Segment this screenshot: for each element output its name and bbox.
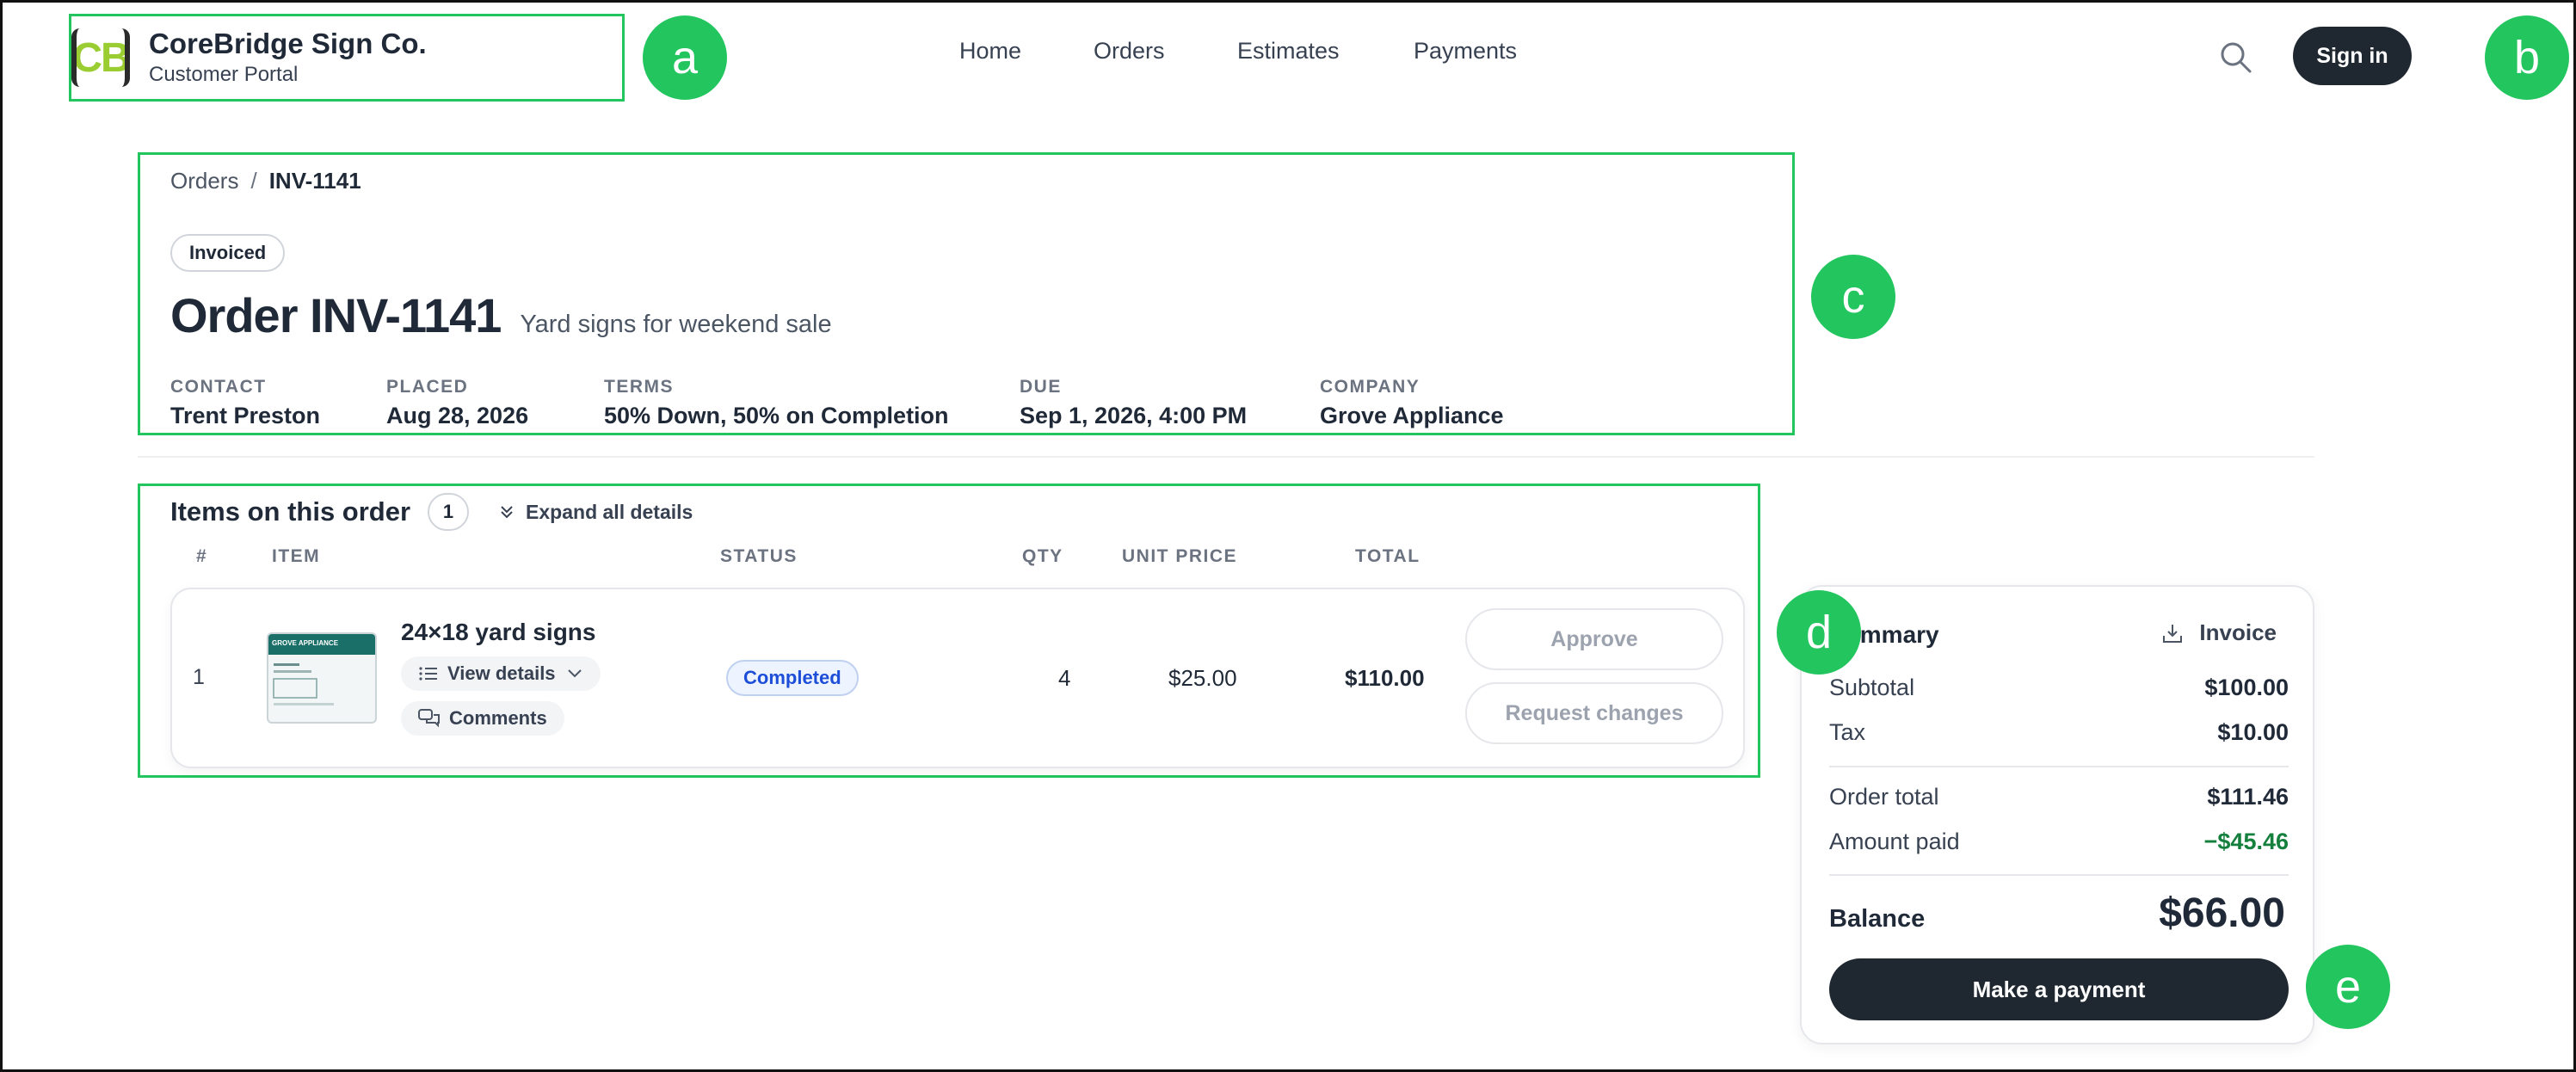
summary-label: Tax [1829,719,1866,745]
summary-row-order-total: Order total $111.46 [1829,784,2289,810]
annotation-badge-a: a [643,15,727,100]
order-items: Items on this order 1 Expand all details… [138,484,1760,778]
brand-block[interactable]: CB CoreBridge Sign Co. Customer Portal [69,14,625,102]
col-header-item: ITEM [272,546,321,566]
comments-button[interactable]: Comments [401,701,564,736]
meta-label: DUE [1020,377,1062,397]
balance-label: Balance [1829,905,1926,933]
summary-value: $10.00 [2217,719,2289,745]
item-unit-price: $25.00 [1168,665,1237,691]
summary-label: Order total [1829,784,1939,810]
order-header: Orders / INV-1141 Invoiced Order INV-1141 … [138,152,1795,435]
nav-payments[interactable]: Payments [1414,38,1517,65]
section-divider [138,456,2314,458]
summary-divider [1829,874,2289,876]
items-count-badge: 1 [428,493,470,531]
summary-divider [1829,766,2289,767]
meta-value: Grove Appliance [1320,403,1504,428]
make-payment-button[interactable]: Make a payment [1829,958,2289,1020]
nav-estimates[interactable]: Estimates [1237,38,1340,65]
invoice-label: Invoice [2199,619,2277,645]
summary-row-subtotal: Subtotal $100.00 [1829,675,2289,701]
order-description: Yard signs for weekend sale [520,311,832,338]
approve-button[interactable]: Approve [1465,608,1723,670]
col-header-total: TOTAL [1355,546,1420,566]
summary-row-tax: Tax $10.00 [1829,719,2289,746]
download-icon [2163,624,2183,643]
meta-label: PLACED [386,377,469,397]
col-header-num: # [196,546,208,566]
summary-value: $111.46 [2207,784,2289,810]
search-icon[interactable] [2218,40,2252,74]
col-header-status: STATUS [720,546,798,566]
summary-label: Subtotal [1829,675,1915,700]
annotation-badge-d: d [1777,590,1861,675]
summary-card: Summary Invoice Subtotal $100.00 Tax $10… [1800,585,2314,1044]
summary-value: $100.00 [2204,675,2289,700]
brand-logo: CB [71,28,130,87]
annotation-badge-c: c [1811,255,1895,339]
meta-label: COMPANY [1320,377,1420,397]
items-heading: Items on this order [170,496,411,527]
brand-subtitle: Customer Portal [149,63,299,86]
col-header-unit-price: UNIT PRICE [1122,546,1238,566]
double-chevron-down-icon [501,506,513,519]
brand-name: CoreBridge Sign Co. [149,28,427,59]
nav-home[interactable]: Home [959,38,1021,65]
comments-icon [418,709,440,728]
meta-value: Aug 28, 2026 [386,403,529,428]
invoice-download-button[interactable]: Invoice [2161,619,2277,646]
view-details-button[interactable]: View details [401,656,601,691]
item-thumbnail[interactable]: GROVE APPLIANCE [267,632,377,724]
page-title: Order INV-1141 [170,288,502,342]
thumbnail-art [273,663,334,705]
comments-label: Comments [449,707,547,729]
logo-text: CB [72,34,129,81]
view-details-label: View details [447,662,556,684]
nav-orders[interactable]: Orders [1094,38,1165,65]
meta-placed: PLACED Aug 28, 2026 [386,377,528,429]
item-qty: 4 [1058,665,1071,691]
row-number: 1 [193,665,205,689]
list-icon [419,667,437,681]
breadcrumb-orders[interactable]: Orders [170,168,238,194]
chevron-down-icon [567,669,582,678]
meta-contact: CONTACT Trent Preston [170,377,320,429]
summary-row-amount-paid: Amount paid −$45.46 [1829,829,2289,855]
summary-label: Amount paid [1829,829,1960,854]
col-header-qty: QTY [1022,546,1063,566]
sign-in-button[interactable]: Sign in [2293,27,2412,85]
meta-value: Sep 1, 2026, 4:00 PM [1020,403,1248,428]
expand-all-button[interactable]: Expand all details [498,501,693,524]
item-status-badge: Completed [726,660,859,696]
item-name: 24×18 yard signs [401,619,596,645]
item-total: $110.00 [1345,665,1425,691]
meta-label: TERMS [604,377,674,397]
meta-label: CONTACT [170,377,267,397]
summary-value: −$45.46 [2203,829,2289,854]
expand-all-label: Expand all details [526,500,693,523]
annotation-badge-b: b [2485,15,2569,100]
table-row: 1 GROVE APPLIANCE 24×18 yard signs View … [170,588,1745,768]
request-changes-button[interactable]: Request changes [1465,682,1723,744]
breadcrumb-separator: / [250,168,257,194]
meta-company: COMPANY Grove Appliance [1320,377,1504,429]
meta-value: 50% Down, 50% on Completion [604,403,949,428]
breadcrumb-current: INV-1141 [268,168,361,194]
order-status-badge: Invoiced [170,234,286,272]
breadcrumb: Orders / INV-1141 [170,168,361,194]
thumbnail-band: GROVE APPLIANCE [268,634,375,655]
meta-due: DUE Sep 1, 2026, 4:00 PM [1020,377,1247,429]
meta-value: Trent Preston [170,403,321,428]
meta-terms: TERMS 50% Down, 50% on Completion [604,377,949,429]
annotation-badge-e: e [2306,945,2390,1029]
balance-value: $66.00 [2159,890,2285,936]
